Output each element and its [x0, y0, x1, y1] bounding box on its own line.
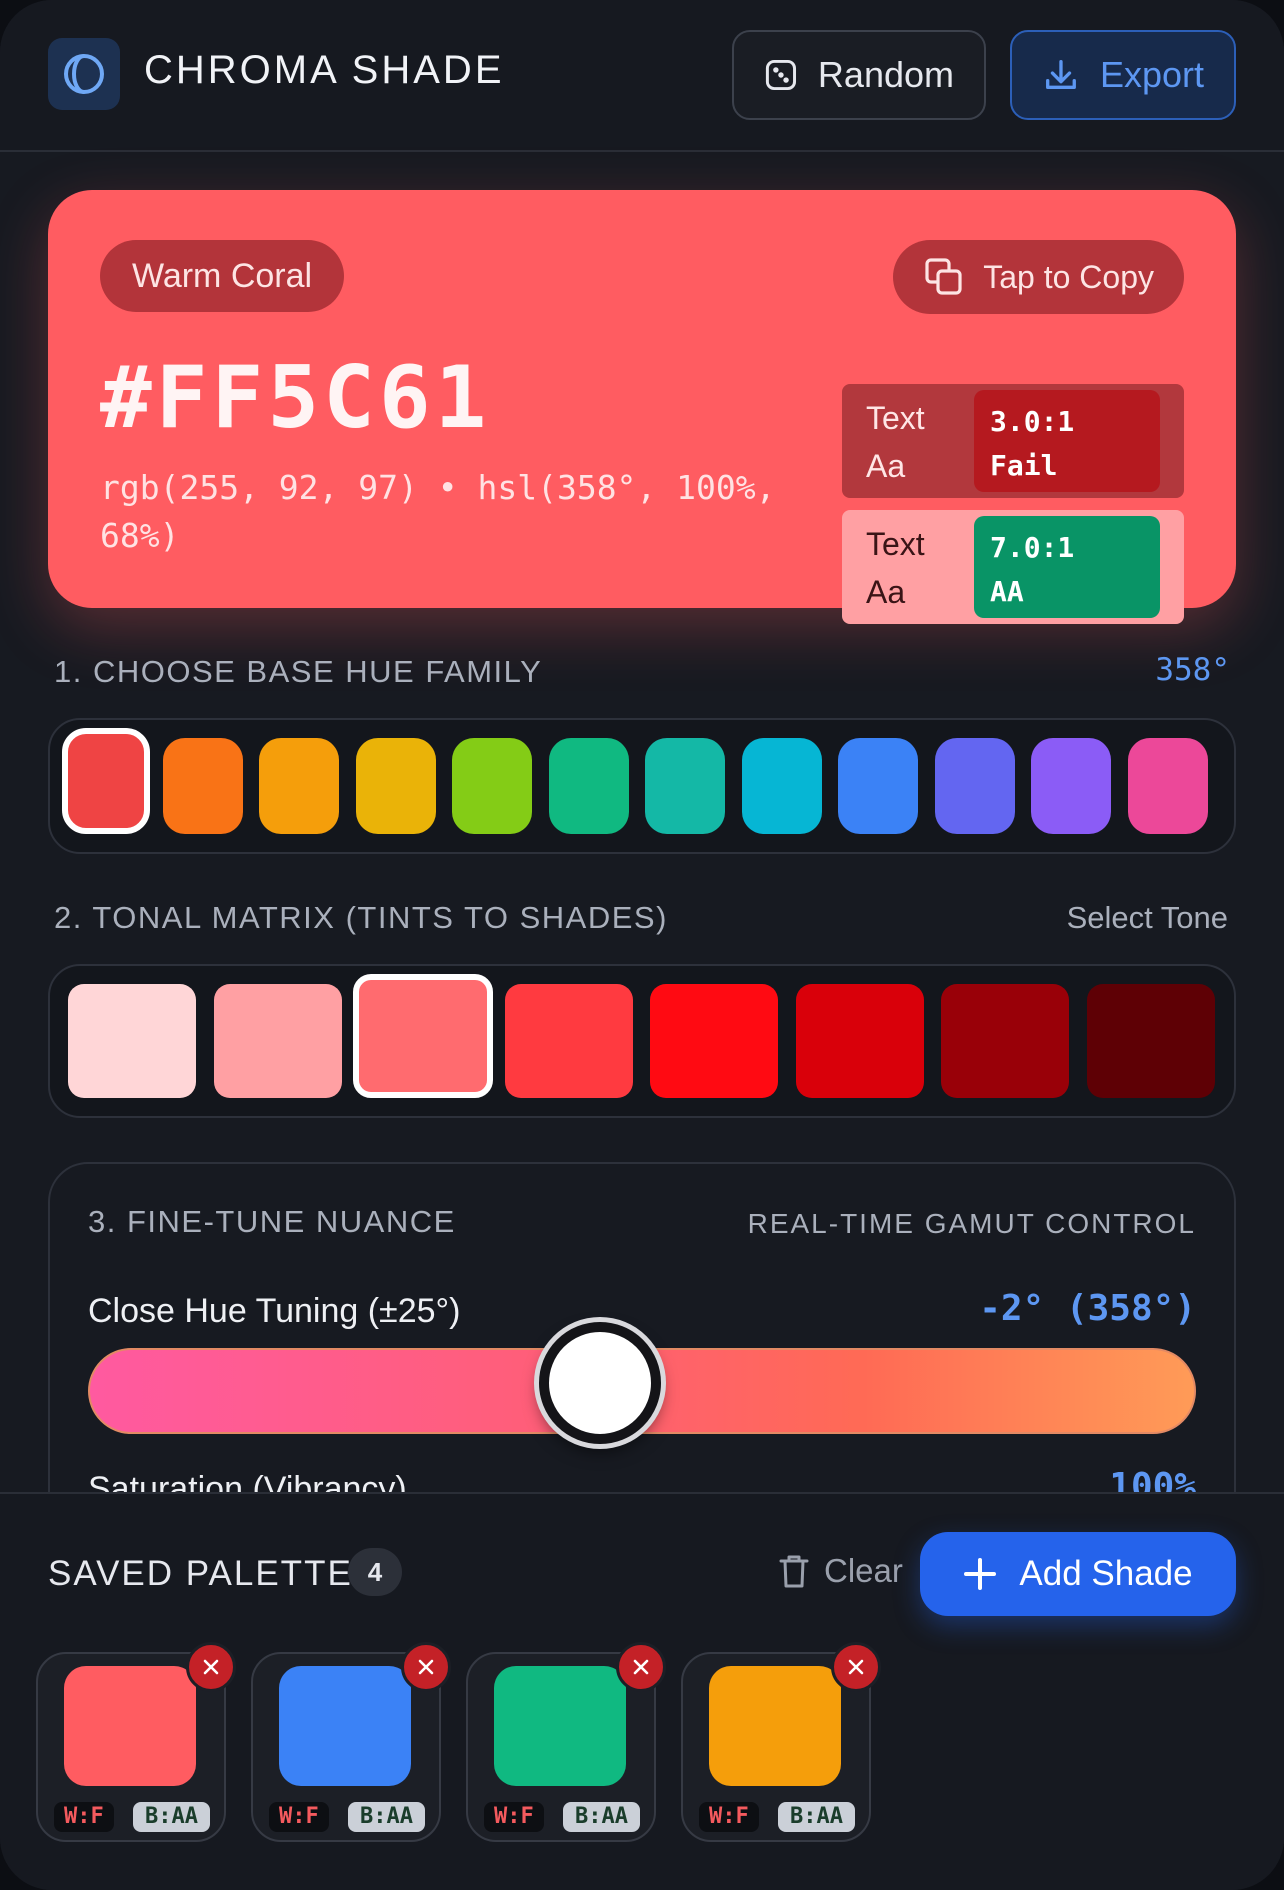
saved-palette-title: SAVED PALETTE — [48, 1554, 353, 1593]
download-icon — [1046, 60, 1076, 89]
hue-slider-thumb[interactable] — [538, 1322, 661, 1444]
contrast-on-light: Text Aa 7.0:1 AA — [842, 510, 1184, 624]
hex-code: #FF5C61 — [100, 348, 491, 448]
plus-icon — [964, 1558, 997, 1590]
close-icon — [633, 1659, 649, 1675]
hue-family-swatch[interactable] — [838, 738, 918, 834]
logo-icon — [48, 38, 120, 110]
black-contrast-tag: B:AA — [778, 1802, 855, 1832]
hue-slider-track[interactable] — [88, 1322, 1196, 1444]
saved-count-badge: 4 — [348, 1548, 402, 1596]
hue-family-swatch[interactable] — [62, 728, 150, 834]
random-label: Random — [817, 54, 954, 95]
saved-shade-card[interactable]: W:F B:AA — [466, 1642, 666, 1842]
hue-slider-label: Close Hue Tuning (±25°) — [88, 1292, 461, 1330]
saved-shade-swatch[interactable] — [494, 1666, 626, 1786]
add-shade-label: Add Shade — [1019, 1554, 1193, 1593]
hue-family-swatch[interactable] — [1127, 738, 1208, 834]
hue-family-picker — [48, 718, 1236, 854]
saved-shade-card[interactable]: W:F B:AA — [681, 1642, 881, 1842]
color-values-text: rgb(255, 92, 97) • hsl(358°, 100%, 68%) — [100, 468, 776, 555]
tone-swatch[interactable] — [1086, 984, 1215, 1098]
white-contrast-tag: W:F — [699, 1802, 759, 1832]
black-contrast-tag: B:AA — [348, 1802, 425, 1832]
add-shade-button[interactable]: Add Shade — [920, 1532, 1236, 1616]
close-icon — [418, 1659, 434, 1675]
color-name-badge: Warm Coral — [100, 240, 345, 312]
color-preview-card: Warm Coral Tap to Copy #FF5C61 rgb(255, … — [48, 190, 1236, 624]
remove-shade-button[interactable] — [616, 1642, 666, 1692]
contrast-ratio: 7.0:1 — [990, 531, 1075, 564]
contrast-ratio: 3.0:1 — [990, 405, 1075, 438]
saved-palette-panel: SAVED PALETTE 4 Clear Add Shade W:F B:AA W… — [0, 1492, 1284, 1890]
hue-degree-value: 358° — [1155, 652, 1230, 688]
remove-shade-button[interactable] — [401, 1642, 451, 1692]
hue-section-title: 1. CHOOSE BASE HUE FAMILY — [54, 654, 543, 689]
hue-family-swatch[interactable] — [162, 738, 243, 834]
saved-shade-swatch[interactable] — [64, 1666, 196, 1786]
fine-tune-title: 3. FINE-TUNE NUANCE — [88, 1204, 456, 1239]
tonal-matrix — [48, 964, 1236, 1118]
close-icon — [848, 1659, 864, 1675]
saved-shade-swatch[interactable] — [709, 1666, 841, 1786]
app-window: CHROMA SHADE Random Export Warm Coral Ta… — [0, 0, 1284, 1890]
dice-icon — [765, 59, 797, 91]
tone-section-title: 2. TONAL MATRIX (TINTS TO SHADES) — [54, 900, 668, 935]
hue-family-swatch[interactable] — [355, 738, 436, 834]
remove-shade-button[interactable] — [831, 1642, 881, 1692]
hue-family-swatch[interactable] — [645, 738, 725, 834]
tone-swatch[interactable] — [353, 974, 493, 1098]
app-header: CHROMA SHADE Random Export — [0, 0, 1284, 152]
tone-swatch[interactable] — [68, 984, 196, 1098]
hue-slider-value: -2° (358°) — [979, 1288, 1196, 1329]
tone-swatch[interactable] — [650, 984, 778, 1098]
export-label: Export — [1099, 54, 1204, 95]
gamut-control-subtitle: REAL-TIME GAMUT CONTROL — [747, 1208, 1196, 1239]
remove-shade-button[interactable] — [186, 1642, 236, 1692]
contrast-sample-aa: Aa — [866, 448, 906, 484]
hue-family-swatch[interactable] — [548, 738, 629, 834]
white-contrast-tag: W:F — [269, 1802, 329, 1832]
tone-swatch[interactable] — [941, 984, 1069, 1098]
white-contrast-tag: W:F — [54, 1802, 114, 1832]
hue-family-swatch[interactable] — [259, 738, 339, 834]
contrast-rating: Fail — [990, 449, 1058, 482]
contrast-on-dark: Text Aa 3.0:1 Fail — [842, 384, 1184, 498]
contrast-sample-text: Text — [866, 400, 925, 436]
contrast-rating: AA — [990, 575, 1024, 608]
trash-icon — [779, 1555, 809, 1588]
white-contrast-tag: W:F — [484, 1802, 544, 1832]
saved-shade-card[interactable]: W:F B:AA — [251, 1642, 451, 1842]
app-title: CHROMA SHADE — [144, 48, 505, 92]
hue-family-swatch[interactable] — [741, 738, 822, 834]
hue-family-swatch[interactable] — [1031, 738, 1111, 834]
clear-button[interactable]: Clear — [778, 1552, 903, 1590]
select-tone-hint: Select Tone — [1066, 900, 1228, 935]
saved-shade-card[interactable]: W:F B:AA — [36, 1642, 236, 1842]
contrast-sample-text: Text — [866, 526, 925, 562]
saved-shade-swatch[interactable] — [279, 1666, 411, 1786]
close-icon — [203, 1659, 219, 1675]
contrast-sample-aa: Aa — [866, 574, 906, 610]
copy-icon — [925, 258, 962, 295]
random-button[interactable]: Random — [732, 30, 986, 120]
export-button[interactable]: Export — [1010, 30, 1236, 120]
hue-family-swatch[interactable] — [452, 738, 532, 834]
contrast-pass-badge: 7.0:1 AA — [974, 516, 1160, 618]
black-contrast-tag: B:AA — [563, 1802, 640, 1832]
black-contrast-tag: B:AA — [133, 1802, 210, 1832]
clear-label: Clear — [824, 1552, 903, 1589]
tone-swatch[interactable] — [213, 984, 342, 1098]
tone-swatch[interactable] — [504, 984, 633, 1098]
copy-button[interactable]: Tap to Copy — [893, 240, 1184, 314]
hue-family-swatch[interactable] — [934, 738, 1015, 834]
tone-swatch[interactable] — [795, 984, 924, 1098]
copy-label: Tap to Copy — [983, 258, 1154, 295]
contrast-fail-badge: 3.0:1 Fail — [974, 390, 1160, 492]
